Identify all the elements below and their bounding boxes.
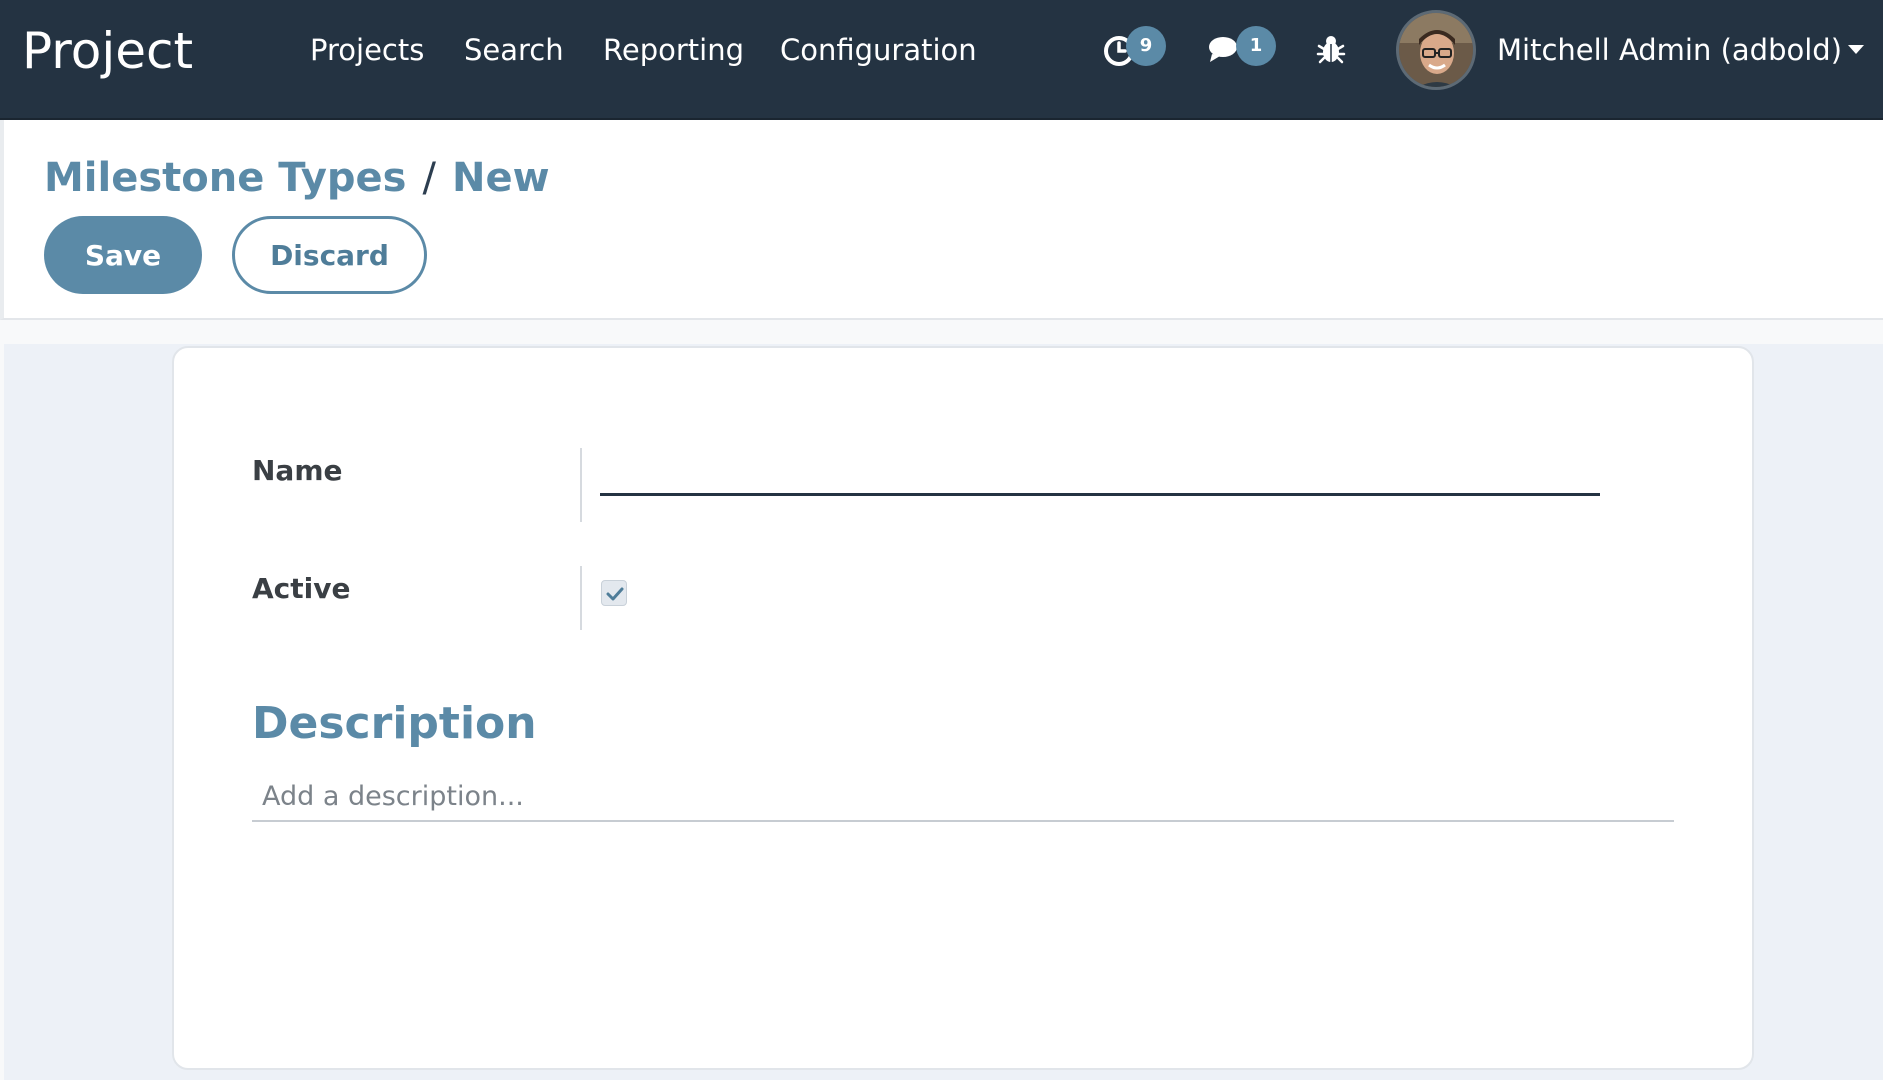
description-title: Description xyxy=(252,698,537,749)
activity-count-badge: 9 xyxy=(1126,26,1166,66)
check-icon xyxy=(606,587,624,601)
form-sheet: Name Active Description xyxy=(172,346,1754,1070)
discard-button[interactable]: Discard xyxy=(232,216,427,294)
breadcrumb-separator: / xyxy=(422,155,436,201)
bug-icon xyxy=(1316,36,1346,64)
messages-button[interactable]: 1 xyxy=(1208,26,1278,76)
chevron-down-icon[interactable] xyxy=(1848,45,1864,54)
menu-reporting[interactable]: Reporting xyxy=(603,30,744,70)
active-label: Active xyxy=(252,572,351,605)
app-brand[interactable]: Project xyxy=(22,16,193,86)
name-field[interactable] xyxy=(600,448,1600,496)
name-label: Name xyxy=(252,454,343,487)
control-panel: Milestone Types / New Save Discard xyxy=(0,120,1883,320)
breadcrumb-parent[interactable]: Milestone Types xyxy=(44,155,406,201)
top-navbar: Project Projects Search Reporting Config… xyxy=(0,0,1883,120)
breadcrumb: Milestone Types / New xyxy=(44,152,550,204)
breadcrumb-current: New xyxy=(451,155,550,201)
menu-search[interactable]: Search xyxy=(464,30,564,70)
menu-projects[interactable]: Projects xyxy=(310,30,424,70)
debug-button[interactable] xyxy=(1316,26,1352,76)
user-avatar[interactable] xyxy=(1396,10,1476,90)
messages-count-badge: 1 xyxy=(1236,26,1276,66)
activity-button[interactable]: 9 xyxy=(1102,26,1172,76)
save-button[interactable]: Save xyxy=(44,216,202,294)
user-menu-name[interactable]: Mitchell Admin (adbold) xyxy=(1497,30,1842,70)
user-photo-icon xyxy=(1399,13,1473,87)
description-field[interactable] xyxy=(252,772,1674,822)
field-divider xyxy=(580,566,582,630)
menu-configuration[interactable]: Configuration xyxy=(780,30,977,70)
field-divider xyxy=(580,448,582,522)
active-checkbox[interactable] xyxy=(601,580,627,606)
